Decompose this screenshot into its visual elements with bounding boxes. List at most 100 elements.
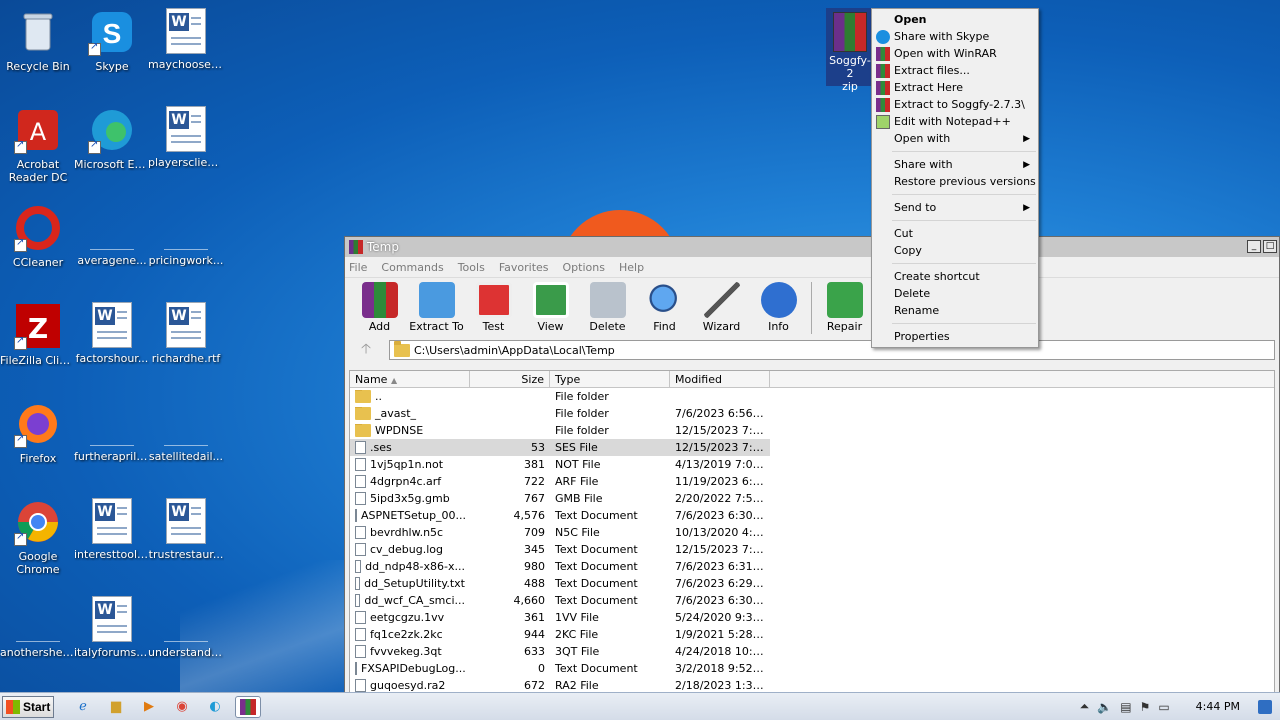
magnifier-icon	[646, 282, 683, 318]
taskbar-ie-icon[interactable]: ℯ	[70, 696, 96, 718]
desktop-icon-understand[interactable]: understand....	[148, 592, 224, 682]
toolbar-wizard-button[interactable]: Wizard	[693, 282, 750, 333]
context-menu: Open Share with Skype Open with WinRAR Extr…	[871, 8, 1039, 348]
taskbar-edge-icon[interactable]: ◐	[202, 696, 228, 718]
file-name-cell: eetgcgzu.1vv	[350, 611, 470, 624]
desktop-icon-trustrestaur[interactable]: W trustrestaur...	[148, 494, 224, 584]
context-menu-item-open[interactable]: Open	[872, 11, 1038, 28]
context-menu-item-extract-to-soggfy-2-7-3[interactable]: Extract to Soggfy-2.7.3\	[872, 96, 1038, 113]
column-header-size[interactable]: Size	[470, 371, 550, 387]
file-row[interactable]: ASPNETSetup_00... 4,576 Text Document 7/6/2…	[350, 507, 1274, 524]
toolbar-test-button[interactable]: Test	[465, 282, 522, 333]
shortcut-arrow-icon	[14, 139, 27, 154]
file-row[interactable]: 1vj5qp1n.not 381 NOT File 4/13/2019 7:05...	[350, 456, 1274, 473]
desktop-icon-interesttool[interactable]: W interesttool.rtf	[74, 494, 150, 584]
file-type-cell: Text Document	[555, 594, 638, 607]
taskbar-chrome-icon[interactable]: ◉	[169, 696, 195, 718]
desktop-icon-chrome[interactable]: Google Chrome	[0, 494, 76, 584]
taskbar-explorer-icon[interactable]: ▆	[103, 696, 129, 718]
context-menu-item-send-to[interactable]: Send to ▶	[872, 199, 1038, 216]
file-row[interactable]: 5ipd3x5g.gmb 767 GMB File 2/20/2022 7:57...	[350, 490, 1274, 507]
context-menu-item-open-with[interactable]: Open with ▶	[872, 130, 1038, 147]
toolbar-delete-button[interactable]: Delete	[579, 282, 636, 333]
toolbar-view-button[interactable]: View	[522, 282, 579, 333]
desktop-icon-averagene[interactable]: averagene...	[74, 200, 150, 290]
address-field[interactable]: C:\Users\admin\AppData\Local\Temp	[389, 340, 1275, 360]
desktop-icon-pricingwork[interactable]: pricingwork...	[148, 200, 224, 290]
menu-commands[interactable]: Commands	[381, 261, 443, 274]
folder-icon	[355, 390, 371, 403]
context-menu-item-share-with[interactable]: Share with ▶	[872, 156, 1038, 173]
context-menu-item-open-with-winrar[interactable]: Open with WinRAR	[872, 45, 1038, 62]
desktop-icon-maychoose[interactable]: W maychoose.rtf	[148, 4, 224, 94]
monitor-icon[interactable]: ▭	[1158, 700, 1169, 714]
context-menu-item-edit-with-notepad[interactable]: Edit with Notepad++	[872, 113, 1038, 130]
toolbar-label: Wizard	[702, 320, 741, 333]
window-titlebar[interactable]: Temp _ □	[345, 237, 1279, 257]
taskbar-winrar-icon[interactable]	[235, 695, 261, 718]
volume-icon[interactable]: 🔈	[1097, 700, 1112, 714]
desktop-icon-playersclien[interactable]: W playersclien...	[148, 102, 224, 192]
file-row[interactable]: _avast_ File folder 7/6/2023 6:56 PM	[350, 405, 1274, 422]
context-menu-item-properties[interactable]: Properties	[872, 328, 1038, 345]
toolbar-add-button[interactable]: Add	[351, 282, 408, 333]
menu-help[interactable]: Help	[619, 261, 644, 274]
toolbar-repair-button[interactable]: Repair	[816, 282, 873, 333]
context-menu-item-cut[interactable]: Cut	[872, 225, 1038, 242]
menu-file[interactable]: File	[349, 261, 367, 274]
menu-favorites[interactable]: Favorites	[499, 261, 549, 274]
column-header-modified[interactable]: Modified	[670, 371, 770, 387]
menu-item-label: Rename	[894, 304, 940, 317]
file-row[interactable]: dd_wcf_CA_smci... 4,660 Text Document 7/6/2…	[350, 592, 1274, 609]
desktop-icon-recycle-bin[interactable]: Recycle Bin	[0, 4, 76, 94]
desktop-icon-factorshour[interactable]: W factorshour...	[74, 298, 150, 388]
desktop-icon-firefox[interactable]: Firefox	[0, 396, 76, 486]
file-row[interactable]: dd_SetupUtility.txt 488 Text Document 7/6/2…	[350, 575, 1274, 592]
file-row[interactable]: .. File folder	[350, 388, 1274, 405]
context-menu-item-create-shortcut[interactable]: Create shortcut	[872, 268, 1038, 285]
start-button[interactable]: Start	[2, 695, 54, 718]
desktop-icon-furtherapril[interactable]: furtherapril....	[74, 396, 150, 486]
desktop-icon-acrobat[interactable]: A Acrobat Reader DC	[0, 102, 76, 192]
context-menu-item-restore-previous-versions[interactable]: Restore previous versions	[872, 173, 1038, 190]
context-menu-item-share-with-skype[interactable]: Share with Skype	[872, 28, 1038, 45]
desktop-icon-skype[interactable]: S Skype	[74, 4, 150, 94]
desktop-icon-ccleaner[interactable]: CCleaner	[0, 200, 76, 290]
column-header-type[interactable]: Type	[550, 371, 670, 387]
action-center-flag-icon[interactable]: ⚑	[1140, 700, 1151, 714]
file-row[interactable]: 4dgrpn4c.arf 722 ARF File 11/19/2023 6:2...	[350, 473, 1274, 490]
toolbar-extract-button[interactable]: Extract To	[408, 282, 465, 333]
maximize-button[interactable]: □	[1263, 240, 1277, 253]
context-menu-item-extract-files[interactable]: Extract files...	[872, 62, 1038, 79]
desktop-icon-edge[interactable]: Microsoft Edge	[74, 102, 150, 192]
desktop-icon-satellitedail[interactable]: satellitedail...	[148, 396, 224, 486]
desktop-icon-soggfy-zip[interactable]: Soggfy-2 zip	[826, 8, 874, 93]
file-row[interactable]: WPDNSE File folder 12/15/2023 7:5...	[350, 422, 1274, 439]
show-desktop-button[interactable]	[1258, 699, 1272, 714]
taskbar-media-player-icon[interactable]: ▶	[136, 696, 162, 718]
up-arrow-icon[interactable]: 🡡	[349, 338, 389, 362]
tray-expand-icon[interactable]: ⏶	[1080, 699, 1090, 714]
desktop-icon-richardhe[interactable]: W richardhe.rtf	[148, 298, 224, 388]
file-row[interactable]: bevrdhlw.n5c 709 N5C File 10/13/2020 4:3...	[350, 524, 1274, 541]
context-menu-item-rename[interactable]: Rename	[872, 302, 1038, 319]
context-menu-item-extract-here[interactable]: Extract Here	[872, 79, 1038, 96]
toolbar-find-button[interactable]: Find	[636, 282, 693, 333]
menu-icon-spacer	[876, 304, 890, 318]
menu-options[interactable]: Options	[563, 261, 605, 274]
toolbar-info-button[interactable]: Info	[750, 282, 807, 333]
file-row[interactable]: cv_debug.log 345 Text Document 12/15/2023 7…	[350, 541, 1274, 558]
desktop-icon-italyforums[interactable]: W italyforums.rtf	[74, 592, 150, 682]
context-menu-item-copy[interactable]: Copy	[872, 242, 1038, 259]
winrar-archive-icon	[833, 12, 867, 52]
file-row[interactable]: dd_ndp48-x86-x... 980 Text Document 7/6/202…	[350, 558, 1274, 575]
taskbar-clock[interactable]: 4:44 PM	[1196, 700, 1240, 713]
column-header-name[interactable]: Name ▲	[350, 371, 470, 387]
file-row[interactable]: .ses 53 SES File 12/15/2023 7:5...	[350, 439, 770, 456]
minimize-button[interactable]: _	[1247, 240, 1261, 253]
desktop-icon-anothershe[interactable]: anothershe....	[0, 592, 76, 682]
context-menu-item-delete[interactable]: Delete	[872, 285, 1038, 302]
desktop-icon-filezilla[interactable]: Z FileZilla Client	[0, 298, 76, 388]
menu-tools[interactable]: Tools	[458, 261, 485, 274]
network-icon[interactable]: ▤	[1120, 700, 1131, 714]
